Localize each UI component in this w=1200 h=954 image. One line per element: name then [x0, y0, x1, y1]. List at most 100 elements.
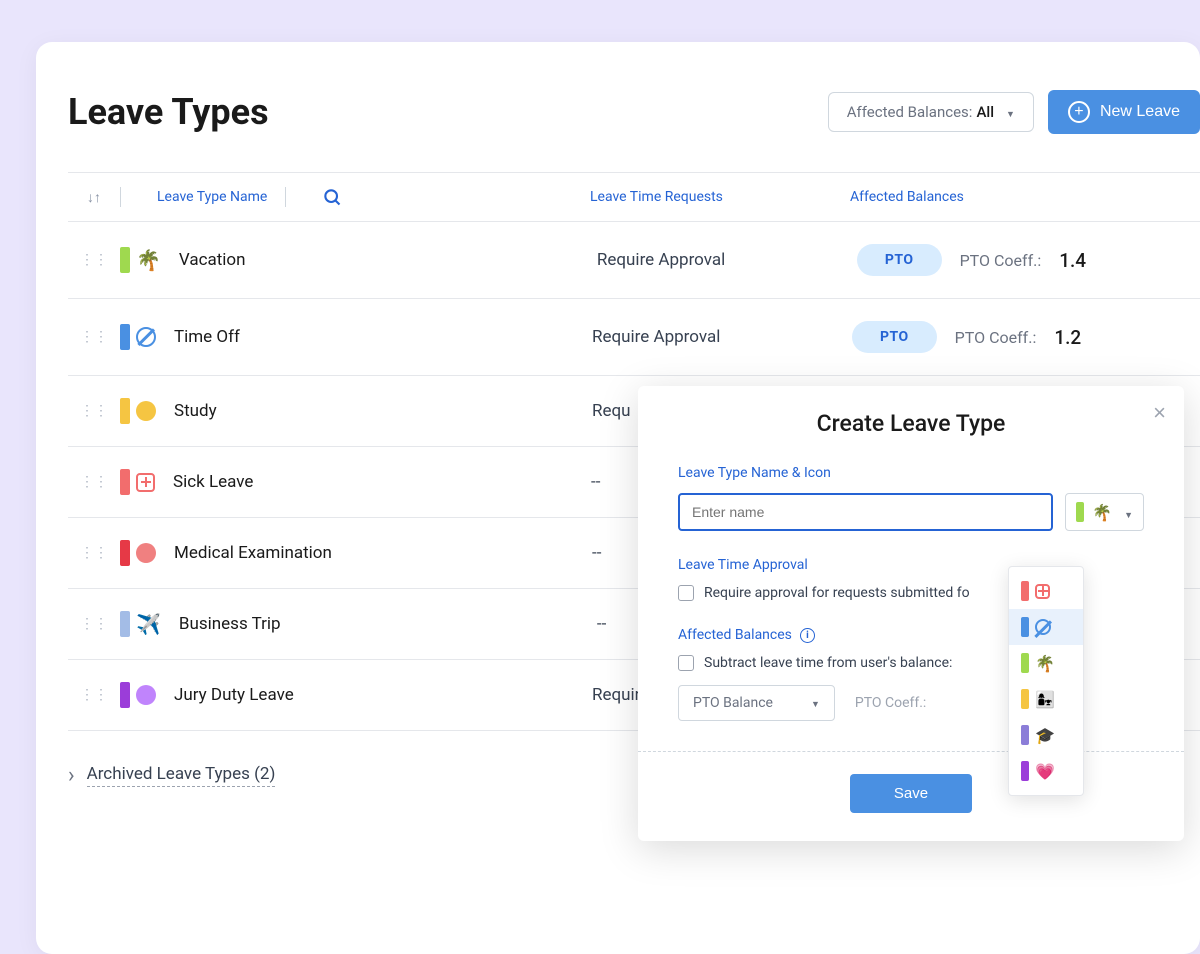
icon-option[interactable] [1009, 609, 1083, 645]
coeff-label: PTO Coeff.: [960, 251, 1042, 270]
balance-select[interactable]: PTO Balance [678, 685, 835, 721]
header-actions: Affected Balances: All + New Leave [828, 90, 1200, 134]
drag-handle[interactable]: ⋮⋮ [68, 329, 120, 345]
medical-icon [1035, 584, 1050, 599]
icon-option[interactable]: 🌴 [1009, 645, 1083, 681]
search-icon[interactable] [322, 187, 342, 207]
prohibit-icon [1035, 619, 1051, 635]
medical-icon [136, 473, 155, 492]
icon-option[interactable] [1009, 573, 1083, 609]
table-row[interactable]: ⋮⋮ Time OffRequire ApprovalPTO PTO Coeff.:… [68, 299, 1200, 376]
leave-name: Time Off [174, 327, 592, 347]
option-icon: 🎓 [1035, 726, 1055, 745]
color-bar [120, 682, 130, 708]
balance-checkbox-label: Subtract leave time from user's balance: [704, 655, 952, 671]
leave-name: Vacation [179, 250, 597, 270]
color-bar [1076, 502, 1084, 522]
drag-handle[interactable]: ⋮⋮ [68, 252, 120, 268]
create-leave-modal: × Create Leave Type Leave Type Name & Ic… [638, 386, 1184, 841]
circle-icon [136, 401, 156, 421]
pto-badge: PTO [857, 244, 942, 276]
caret-down-icon [803, 695, 820, 711]
icon-group [120, 682, 156, 708]
info-icon[interactable]: i [800, 628, 815, 643]
drag-handle[interactable]: ⋮⋮ [68, 687, 120, 703]
color-bar [1021, 581, 1029, 601]
icon-group [120, 540, 156, 566]
icon-group [120, 469, 155, 495]
icon-option[interactable]: 💗 [1009, 753, 1083, 789]
circle-icon [136, 543, 156, 563]
pto-badge: PTO [852, 321, 937, 353]
coeff-value: 1.2 [1054, 326, 1081, 349]
icon-select[interactable]: 🌴 [1065, 493, 1144, 531]
new-leave-label: New Leave [1100, 103, 1180, 121]
table-header: ↓↑ Leave Type Name Leave Time Requests A… [68, 172, 1200, 222]
icon-dropdown: 🌴 👩‍👧 🎓 💗 [1008, 566, 1084, 796]
color-bar [1021, 761, 1029, 781]
balance-checkbox[interactable] [678, 655, 694, 671]
column-name[interactable]: Leave Type Name [157, 189, 267, 205]
approval-checkbox[interactable] [678, 585, 694, 601]
caret-down-icon [998, 103, 1015, 121]
color-bar [120, 247, 130, 273]
option-icon: 💗 [1035, 762, 1055, 781]
leave-icon: 🌴 [136, 248, 161, 272]
circle-icon [136, 685, 156, 705]
section-balances-label: Affected Balances [678, 627, 792, 643]
column-requests[interactable]: Leave Time Requests [590, 189, 850, 205]
color-bar [1021, 617, 1029, 637]
balance-select-value: PTO Balance [693, 695, 773, 711]
filter-dropdown[interactable]: Affected Balances: All [828, 92, 1034, 132]
coeff-modal-label: PTO Coeff.: [855, 695, 926, 711]
save-button[interactable]: Save [850, 774, 972, 813]
approval-checkbox-label: Require approval for requests submitted … [704, 585, 970, 601]
drag-handle[interactable]: ⋮⋮ [68, 403, 120, 419]
section-name-label: Leave Type Name & Icon [678, 465, 1144, 481]
leave-name: Jury Duty Leave [174, 685, 592, 705]
coeff-value: 1.4 [1059, 249, 1086, 272]
icon-group [120, 324, 156, 350]
column-balances[interactable]: Affected Balances [850, 189, 1200, 205]
color-bar [120, 611, 130, 637]
close-button[interactable]: × [1153, 400, 1166, 426]
leave-name: Medical Examination [174, 543, 592, 563]
leave-name-input[interactable] [678, 493, 1053, 531]
divider [120, 187, 121, 207]
drag-handle[interactable]: ⋮⋮ [68, 545, 120, 561]
option-icon: 👩‍👧 [1035, 690, 1055, 709]
new-leave-button[interactable]: + New Leave [1048, 90, 1200, 134]
leave-requests: Require Approval [597, 250, 857, 270]
sort-icon[interactable]: ↓↑ [68, 189, 120, 206]
color-bar [1021, 653, 1029, 673]
drag-handle[interactable]: ⋮⋮ [68, 616, 120, 632]
option-icon: 🌴 [1035, 654, 1055, 673]
icon-group [120, 398, 156, 424]
leave-name: Study [174, 401, 592, 421]
header: Leave Types Affected Balances: All + New… [68, 90, 1200, 134]
leave-name: Business Trip [179, 614, 597, 634]
divider [285, 187, 286, 207]
color-bar [120, 324, 130, 350]
coeff-label: PTO Coeff.: [955, 328, 1037, 347]
palm-icon: 🌴 [1092, 503, 1112, 522]
color-bar [1021, 689, 1029, 709]
leave-icon: ✈️ [136, 612, 161, 636]
drag-handle[interactable]: ⋮⋮ [68, 474, 120, 490]
prohibit-icon [136, 327, 156, 347]
icon-option[interactable]: 👩‍👧 [1009, 681, 1083, 717]
leave-requests: Require Approval [592, 327, 852, 347]
color-bar [1021, 725, 1029, 745]
table-row[interactable]: ⋮⋮ 🌴 VacationRequire ApprovalPTO PTO Coeff.… [68, 222, 1200, 299]
color-bar [120, 398, 130, 424]
plus-icon: + [1068, 101, 1090, 123]
chevron-right-icon [68, 763, 75, 788]
color-bar [120, 540, 130, 566]
filter-label: Affected Balances: [847, 103, 973, 121]
icon-group: 🌴 [120, 247, 161, 273]
leave-name: Sick Leave [173, 472, 591, 492]
icon-option[interactable]: 🎓 [1009, 717, 1083, 753]
icon-group: ✈️ [120, 611, 161, 637]
filter-value: All [976, 103, 994, 121]
archived-label: Archived Leave Types (2) [87, 764, 276, 787]
